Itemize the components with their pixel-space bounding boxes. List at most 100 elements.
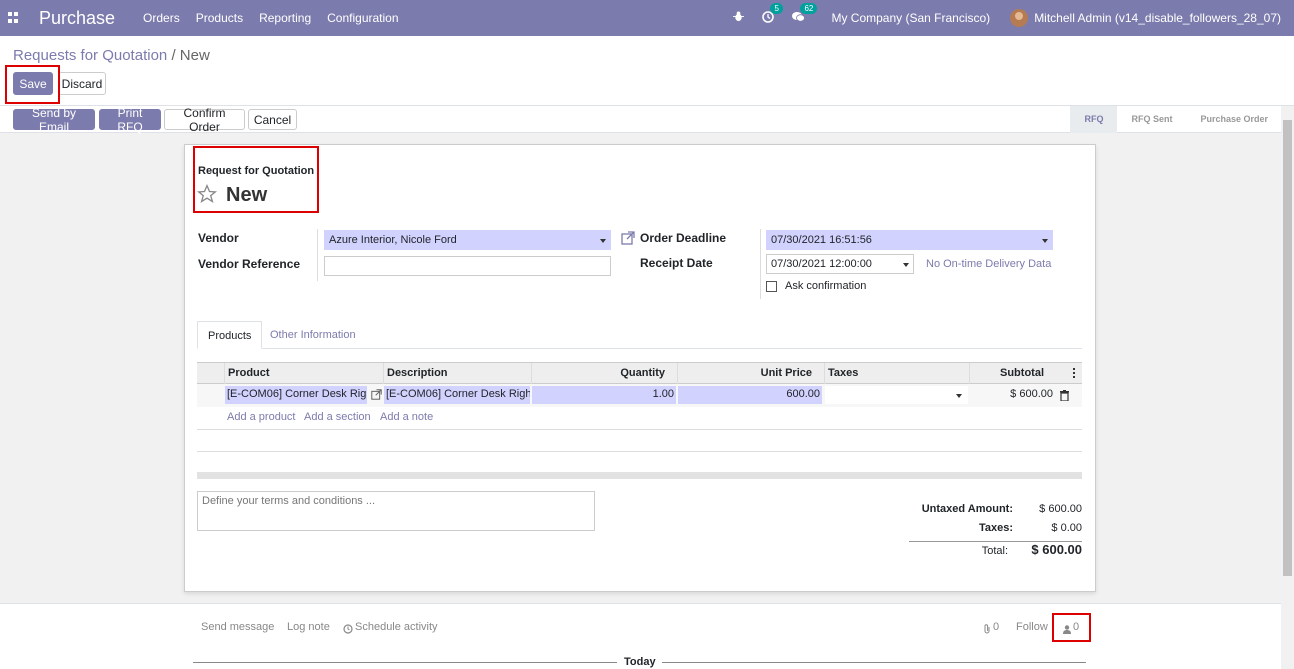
row-unit-price-input[interactable]: 600.00 [678,386,822,404]
followers-highlight-box [1052,613,1091,642]
tab-other-information[interactable]: Other Information [260,321,366,349]
table-row[interactable]: [E-COM06] Corner Desk Right [E-COM06] Co… [197,384,1082,407]
col-subtotal[interactable]: Subtotal [969,363,1059,385]
order-deadline-input[interactable]: 07/30/2021 16:51:56 [766,230,1053,250]
on-time-delivery-text: No On-time Delivery Data [926,258,1052,270]
app-brand[interactable]: Purchase [39,8,115,29]
receipt-date-value: 07/30/2021 12:00:00 [771,258,872,270]
delete-trash-icon[interactable] [1060,390,1069,404]
chevron-down-icon [903,263,909,267]
form-sheet: Request for Quotation New Vendor Azure I… [184,144,1096,592]
paperclip-icon[interactable] [983,623,991,637]
receipt-date-label: Receipt Date [640,256,713,270]
row-external-link-icon[interactable] [371,389,382,403]
tab-products[interactable]: Products [197,321,263,349]
message-count-badge: 62 [800,2,818,14]
table-divider [197,429,1082,430]
col-product[interactable]: Product [224,363,383,385]
add-product-link[interactable]: Add a product [227,411,296,423]
vendor-reference-label: Vendor Reference [198,257,301,271]
vendor-reference-input[interactable] [324,256,611,276]
user-avatar[interactable] [1010,9,1029,27]
stage-rfq[interactable]: RFQ [1070,106,1118,133]
print-rfq-button[interactable]: Print RFQ [99,106,161,134]
row-quantity-input[interactable]: 1.00 [532,386,676,404]
schedule-activity-button[interactable]: Schedule activity [355,621,438,633]
row-product-input[interactable]: [E-COM06] Corner Desk Right [225,386,367,404]
company-switcher[interactable]: My Company (San Francisco) [831,11,990,25]
ask-confirmation-checkbox[interactable] [766,281,777,292]
scrollbar-thumb[interactable] [1283,120,1292,576]
row-description-input[interactable]: [E-COM06] Corner Desk Right [384,386,530,404]
send-message-button[interactable]: Send message [201,621,274,633]
today-divider-left [193,662,617,663]
col-taxes[interactable]: Taxes [824,363,969,385]
vertical-scrollbar[interactable] [1281,106,1294,669]
control-panel: Requests for Quotation / New Save Discar… [0,36,1294,106]
today-divider-right [662,662,1086,663]
untaxed-amount-value: $ 600.00 [1039,503,1082,515]
apps-menu-icon[interactable] [8,12,20,24]
order-deadline-value: 07/30/2021 16:51:56 [771,234,872,246]
user-menu[interactable]: Mitchell Admin (v14_disable_followers_28… [1034,11,1281,25]
vendor-label: Vendor [198,231,239,245]
stage-pipeline: RFQ RFQ Sent Purchase Order [1070,106,1282,133]
breadcrumb: Requests for Quotation / New [13,47,210,64]
untaxed-amount-label: Untaxed Amount: [921,503,1013,515]
today-label: Today [624,656,656,668]
activity-clock-icon[interactable]: 5 [762,2,783,26]
attachment-count[interactable]: 0 [993,621,999,633]
receipt-date-input[interactable]: 07/30/2021 12:00:00 [766,254,914,274]
log-note-button[interactable]: Log note [287,621,330,633]
messages-comments-icon[interactable]: 62 [792,2,818,26]
total-value: $ 600.00 [1031,542,1082,557]
add-section-link[interactable]: Add a section [304,411,371,423]
chevron-down-icon [956,394,962,398]
activity-count-badge: 5 [770,2,783,14]
terms-textarea[interactable]: Define your terms and conditions ... [197,491,595,531]
row-subtotal: $ 600.00 [1010,388,1053,400]
col-quantity[interactable]: Quantity [531,363,677,385]
col-description[interactable]: Description [383,363,531,385]
stage-rfq-sent[interactable]: RFQ Sent [1117,106,1186,133]
follow-button[interactable]: Follow [1016,621,1048,633]
cancel-button[interactable]: Cancel [248,109,297,130]
stage-purchase-order[interactable]: Purchase Order [1186,106,1282,133]
column-options-icon[interactable] [1073,368,1075,378]
menu-products[interactable]: Products [196,11,243,25]
discard-button[interactable]: Discard [58,72,106,95]
total-label: Total: [981,545,1008,557]
status-bar: Send by Email Print RFQ Confirm Order Ca… [0,106,1294,134]
clock-icon [343,623,353,637]
external-link-icon[interactable] [621,231,635,248]
debug-bug-icon[interactable] [733,11,745,25]
col-unit-price[interactable]: Unit Price [677,363,824,385]
add-note-link[interactable]: Add a note [380,411,433,423]
vendor-select[interactable]: Azure Interior, Nicole Ford [324,230,611,250]
taxes-label: Taxes: [978,522,1013,534]
vendor-value: Azure Interior, Nicole Ford [329,234,457,246]
top-navbar: Purchase Orders Products Reporting Confi… [0,0,1294,36]
title-highlight-box [193,146,319,213]
confirm-order-button[interactable]: Confirm Order [164,106,245,134]
label-divider-right [760,229,761,299]
ask-confirmation-label: Ask confirmation [785,280,867,292]
chatter: Send message Log note Schedule activity … [0,603,1294,669]
send-by-email-button[interactable]: Send by Email [13,106,95,134]
notebook-tabs: Products Other Information [197,321,1082,349]
menu-reporting[interactable]: Reporting [259,11,311,25]
menu-orders[interactable]: Orders [143,11,180,25]
label-divider [317,229,318,281]
save-highlight-box [5,65,60,104]
breadcrumb-separator: / [171,47,180,64]
chevron-down-icon [600,239,606,243]
taxes-value: $ 0.00 [1051,522,1082,534]
menu-configuration[interactable]: Configuration [327,11,398,25]
table-footer [197,472,1082,479]
table-divider [197,451,1082,452]
row-taxes-select[interactable] [825,386,968,404]
chevron-down-icon [1042,239,1048,243]
breadcrumb-current: New [179,47,210,64]
breadcrumb-parent-link[interactable]: Requests for Quotation [13,47,167,64]
order-lines-header: Product Description Quantity Unit Price … [197,362,1082,385]
